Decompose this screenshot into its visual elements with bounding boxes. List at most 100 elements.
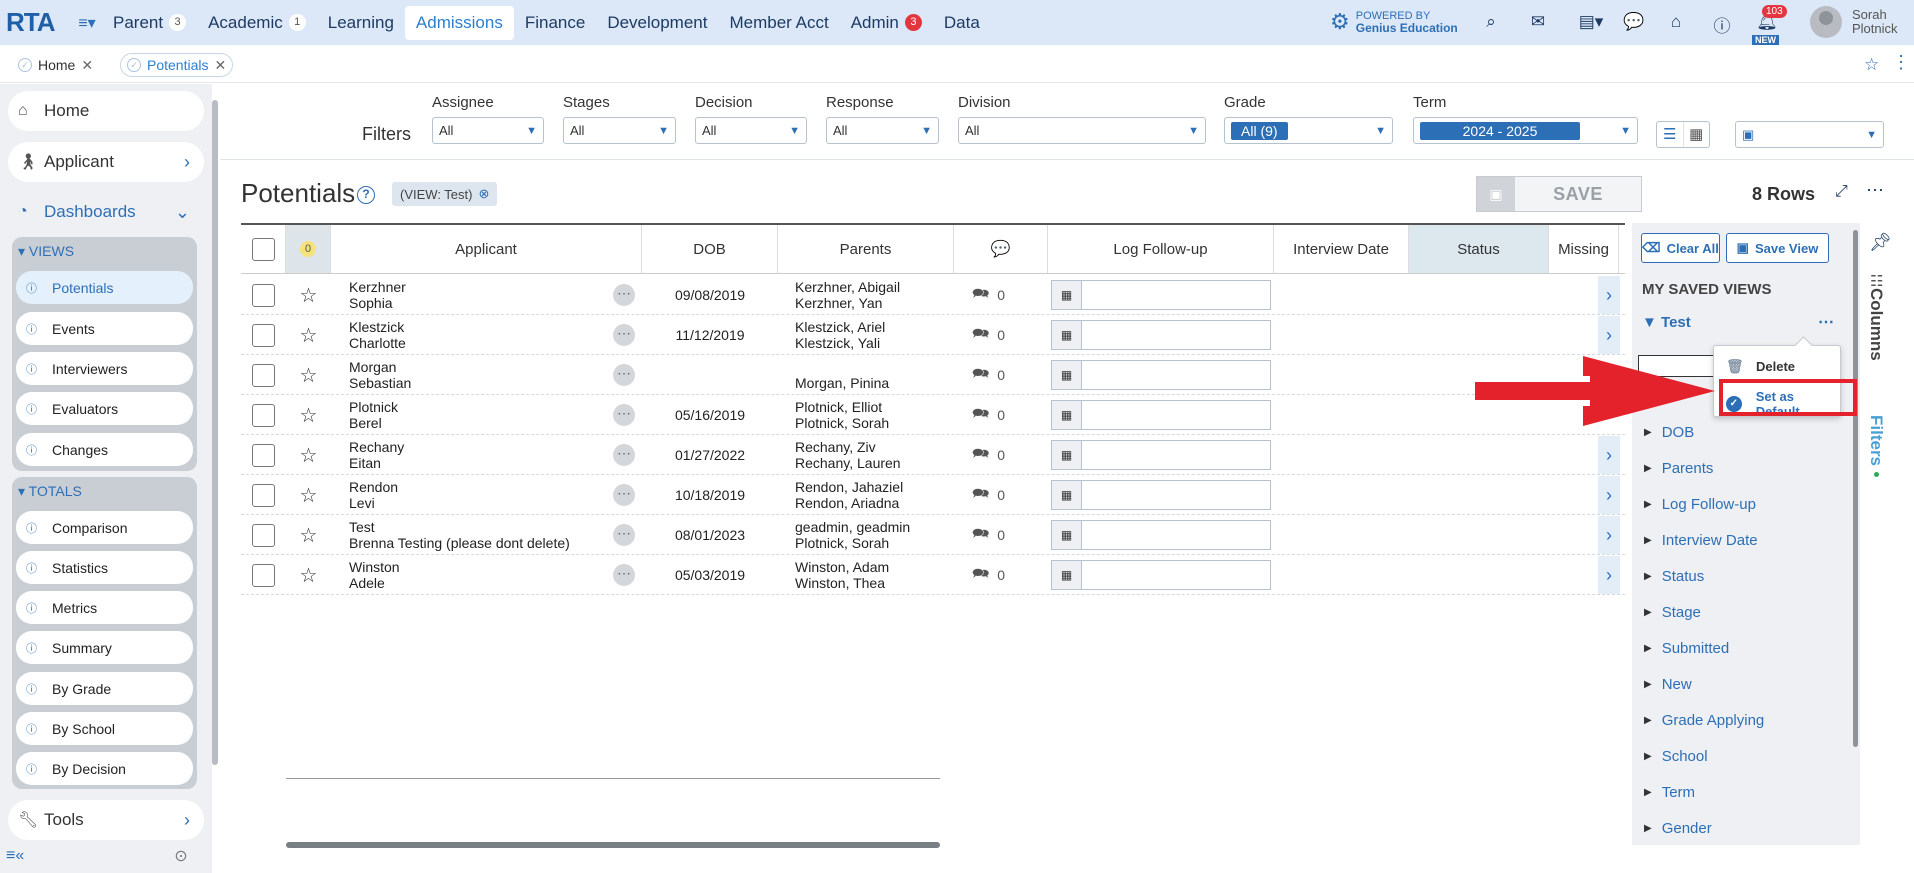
- comments-cell[interactable]: 🗪︎ 0: [972, 515, 1042, 555]
- tab-potentials[interactable]: ✓ Potentials ✕: [120, 53, 234, 77]
- help-icon[interactable]: ?: [357, 186, 375, 204]
- building-icon[interactable]: ⌂: [1664, 12, 1688, 32]
- calendar-icon[interactable]: ▦: [1052, 521, 1082, 549]
- parent-name[interactable]: Rechany, Ziv: [795, 439, 901, 455]
- sidebar-item-summary[interactable]: ⓘ Summary: [16, 631, 193, 664]
- nav-academic[interactable]: Academic 1: [197, 6, 317, 40]
- close-icon[interactable]: ✕: [214, 57, 226, 74]
- header-parents[interactable]: Parents: [778, 225, 954, 273]
- chevron-right-icon[interactable]: ›: [1598, 556, 1620, 594]
- header-dob[interactable]: DOB: [642, 225, 778, 273]
- tab-home[interactable]: ✓ Home ✕: [12, 53, 99, 77]
- comments-cell[interactable]: 🗪︎ 0: [972, 355, 1042, 395]
- row-actions-icon[interactable]: ⋯: [613, 404, 635, 426]
- clear-all-button[interactable]: ⌫ Clear All: [1641, 233, 1720, 263]
- sidebar-item-changes[interactable]: ⓘ Changes: [16, 433, 193, 466]
- parent-name[interactable]: Klestzick, Ariel: [795, 319, 885, 335]
- nav-data[interactable]: Data: [933, 6, 991, 40]
- assignee-select[interactable]: All ▼: [432, 117, 544, 144]
- applicant-last-name[interactable]: Rechany: [349, 439, 404, 455]
- mail-icon[interactable]: ✉: [1526, 12, 1550, 32]
- log-followup-field[interactable]: ▦: [1051, 400, 1271, 430]
- parent-name[interactable]: Plotnick, Sorah: [795, 415, 889, 431]
- help-icon[interactable]: ⓘ: [1710, 12, 1734, 37]
- rta-logo[interactable]: R TA: [0, 0, 72, 45]
- select-all-checkbox[interactable]: [251, 237, 275, 261]
- comments-cell[interactable]: 🗪︎ 0: [972, 315, 1042, 355]
- nav-learning[interactable]: Learning: [317, 6, 405, 40]
- powered-by-genius[interactable]: ⚙ POWERED BY Genius Education: [1330, 9, 1458, 35]
- header-comments[interactable]: 💬: [954, 225, 1048, 273]
- sidebar-item-statistics[interactable]: ⓘ Statistics: [16, 551, 193, 584]
- user-name[interactable]: Sorah Plotnick: [1852, 8, 1898, 36]
- parent-name[interactable]: Klestzick, Yali: [795, 335, 885, 351]
- menu-item-delete[interactable]: 🗑︎ Delete: [1726, 358, 1795, 375]
- sidebar-item-by-school[interactable]: ⓘ By School: [16, 712, 193, 745]
- parent-name[interactable]: Rendon, Jahaziel: [795, 479, 903, 495]
- star-icon[interactable]: ☆: [286, 435, 331, 475]
- list-view-icon[interactable]: ☰: [1657, 122, 1683, 147]
- chevron-right-icon[interactable]: ›: [1598, 276, 1620, 314]
- star-icon[interactable]: ☆: [286, 315, 331, 355]
- applicant-last-name[interactable]: Rendon: [349, 479, 398, 495]
- column-toggle-log-followup[interactable]: ▶ Log Follow-up: [1644, 496, 1756, 513]
- column-toggle-term[interactable]: ▶ Term: [1644, 784, 1695, 801]
- log-followup-field[interactable]: ▦: [1051, 320, 1271, 350]
- comments-cell[interactable]: 🗪︎ 0: [972, 395, 1042, 435]
- panel-scrollbar[interactable]: [1853, 230, 1858, 747]
- row-checkbox[interactable]: [252, 323, 275, 347]
- save-view-button[interactable]: ▣ Save View: [1726, 233, 1829, 263]
- calendar-icon[interactable]: ▦: [1052, 361, 1082, 389]
- comments-cell[interactable]: 🗪︎ 0: [972, 555, 1042, 595]
- pin-icon[interactable]: 📌︎: [1869, 232, 1892, 253]
- row-actions-icon[interactable]: ⋯: [613, 524, 635, 546]
- sidebar-home[interactable]: ⌂ Home: [8, 91, 204, 131]
- table-row[interactable]: ☆ Plotnick Berel ⋯ 05/16/2019 Plotnick, E…: [241, 395, 1625, 435]
- decision-select[interactable]: All ▼: [695, 117, 807, 144]
- sidebar-item-comparison[interactable]: ⓘ Comparison: [16, 511, 193, 544]
- parent-name[interactable]: Plotnick, Elliot: [795, 399, 889, 415]
- applicant-first-name[interactable]: Sophia: [349, 295, 406, 311]
- column-toggle-parents[interactable]: ▶ Parents: [1644, 460, 1713, 477]
- more-vertical-icon[interactable]: ⋮: [1892, 52, 1910, 73]
- sidebar-applicant[interactable]: 🚶︎ Applicant ›: [8, 142, 204, 182]
- saved-folder-select[interactable]: ▣ ▼: [1735, 121, 1884, 148]
- favorite-star-icon[interactable]: ☆: [1864, 55, 1879, 75]
- applicant-last-name[interactable]: Kerzhner: [349, 279, 406, 295]
- expand-icon[interactable]: ⤢: [1835, 183, 1848, 201]
- tab-columns[interactable]: Columns: [1866, 288, 1886, 361]
- row-actions-icon[interactable]: ⋯: [613, 324, 635, 346]
- log-followup-field[interactable]: ▦: [1051, 360, 1271, 390]
- applicant-first-name[interactable]: Levi: [349, 495, 398, 511]
- parent-name[interactable]: [795, 359, 889, 375]
- table-row[interactable]: ☆ Kerzhner Sophia ⋯ 09/08/2019 Kerzhner, …: [241, 275, 1625, 315]
- column-toggle-grade-applying[interactable]: ▶ Grade Applying: [1644, 712, 1764, 729]
- sidebar-tools[interactable]: 🔧︎ Tools ›: [8, 800, 204, 840]
- grid-view-icon[interactable]: ▦: [1682, 122, 1710, 147]
- horizontal-scrollbar[interactable]: [286, 842, 940, 848]
- table-row[interactable]: ☆ Test Brenna Testing (please dont delete…: [241, 515, 1625, 555]
- nav-development[interactable]: Development: [596, 6, 718, 40]
- sidebar-dashboards[interactable]: ◔ Dashboards ⌄: [8, 192, 204, 232]
- sidebar-item-metrics[interactable]: ⓘ Metrics: [16, 591, 193, 624]
- close-circle-icon[interactable]: ⊗: [478, 186, 489, 202]
- table-row[interactable]: ☆ Winston Adele ⋯ 05/03/2019 Winston, Ada…: [241, 555, 1625, 595]
- applicant-last-name[interactable]: Morgan: [349, 359, 411, 375]
- sidebar-scrollbar[interactable]: [212, 100, 218, 765]
- row-actions-icon[interactable]: ⋯: [613, 484, 635, 506]
- row-actions-icon[interactable]: ⋯: [613, 284, 635, 306]
- chevron-right-icon[interactable]: ›: [1598, 476, 1620, 514]
- star-icon[interactable]: ☆: [286, 275, 331, 315]
- nav-admin[interactable]: Admin 3: [840, 6, 933, 40]
- log-followup-field[interactable]: ▦: [1051, 280, 1271, 310]
- row-checkbox[interactable]: [252, 443, 275, 467]
- row-checkbox[interactable]: [252, 283, 275, 307]
- column-toggle-school[interactable]: ▶ School: [1644, 748, 1708, 765]
- table-row[interactable]: ☆ Rendon Levi ⋯ 10/18/2019 Rendon, Jahazi…: [241, 475, 1625, 515]
- nav-parent[interactable]: Parent 3: [102, 6, 197, 40]
- sidebar-item-by-decision[interactable]: ⓘ By Decision: [16, 752, 193, 785]
- nav-member-acct[interactable]: Member Acct: [718, 6, 839, 40]
- header-interview-date[interactable]: Interview Date: [1274, 225, 1409, 273]
- nav-finance[interactable]: Finance: [514, 6, 596, 40]
- table-row[interactable]: ☆ Klestzick Charlotte ⋯ 11/12/2019 Klestz…: [241, 315, 1625, 355]
